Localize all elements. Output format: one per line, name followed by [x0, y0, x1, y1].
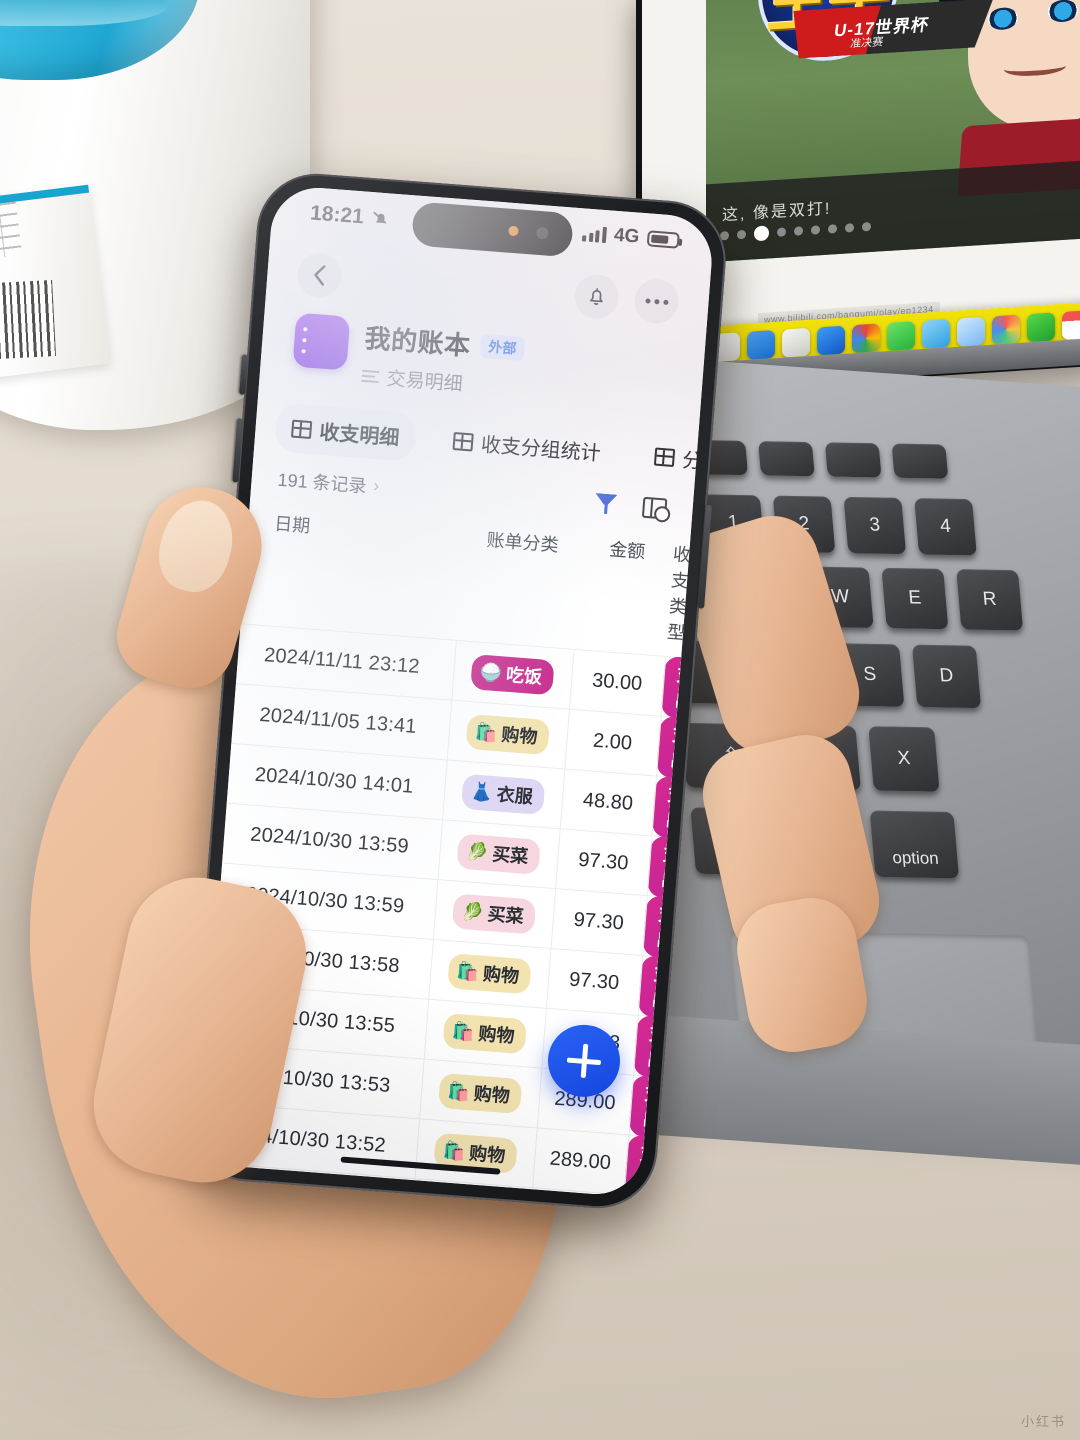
- cell-category: 🛍️购物: [420, 1071, 540, 1115]
- cell-category: 🛍️购物: [429, 952, 549, 996]
- category-chip: 🍚 吃饭: [470, 654, 555, 696]
- column-header-category[interactable]: 账单分类: [457, 524, 583, 637]
- category-label: 衣服: [496, 784, 534, 808]
- ellipsis-icon: [644, 297, 669, 305]
- cell-date: 2024/11/11 23:12: [263, 644, 421, 679]
- front-camera-icon: [535, 226, 549, 240]
- battery-icon: [646, 230, 680, 249]
- status-bar-right: 4G: [582, 222, 680, 251]
- table-icon: [290, 419, 313, 439]
- category-label: 购物: [477, 1023, 516, 1047]
- cell-amount: 2.00: [592, 729, 633, 755]
- external-badge: 外部: [479, 333, 526, 361]
- table-icon: [653, 446, 676, 467]
- subtitle-row[interactable]: 交易明细: [361, 362, 523, 401]
- status-led-icon: [508, 225, 519, 237]
- category-emoji-icon: 🥬: [460, 900, 485, 923]
- cell-amount: 97.30: [577, 848, 630, 875]
- category-emoji-icon: 🛍️: [456, 960, 480, 983]
- page-title: 我的账本: [363, 322, 472, 361]
- status-time: 18:21: [309, 201, 365, 229]
- category-chip: 👗 衣服: [461, 773, 546, 815]
- cell-date: 2024/10/30 14:01: [254, 763, 415, 798]
- category-emoji-icon: 🛍️: [474, 721, 499, 743]
- cell-amount: 97.30: [568, 968, 620, 995]
- tab-label: 收支明细: [318, 421, 401, 450]
- chevron-left-icon: [314, 265, 326, 286]
- cell-category: 🥬 买菜: [438, 832, 558, 876]
- cell-date: 2024/10/30 13:59: [249, 823, 410, 858]
- category-label: 购物: [468, 1143, 506, 1167]
- record-count-button[interactable]: 191 条记录 ›: [277, 466, 380, 500]
- dynamic-island: [411, 201, 574, 258]
- category-chip: 🛍️购物: [442, 1013, 527, 1055]
- more-options-button[interactable]: [632, 277, 681, 325]
- status-bar-left: 18:21: [309, 201, 391, 231]
- cell-amount: 30.00: [591, 669, 643, 696]
- sheet-name: 交易明细: [385, 368, 464, 396]
- chevron-right-icon: ›: [372, 476, 380, 496]
- toolbar-icons: [594, 493, 668, 520]
- cell-category: 🥬 买菜: [434, 892, 554, 936]
- record-count-label: 191 条记录: [276, 469, 368, 497]
- title-row: 我的账本 外部: [364, 318, 526, 367]
- category-label: 买菜: [486, 904, 525, 927]
- category-label: 购物: [500, 724, 539, 748]
- signal-bars-icon: [582, 225, 607, 244]
- cell-category: 🛍️购物: [448, 713, 568, 757]
- category-chip: 🥬 买菜: [452, 893, 536, 935]
- category-emoji-icon: 👗: [469, 780, 494, 803]
- document-title-block: 我的账本 外部 交易明细: [361, 318, 526, 401]
- table-icon: [452, 431, 474, 451]
- cell-category: 👗 衣服: [443, 772, 563, 816]
- fingernail: [149, 492, 243, 600]
- category-chip: 🛍️购物: [465, 713, 550, 756]
- category-chip: 🛍️购物: [438, 1072, 523, 1115]
- tab-label: 收支分组统计: [480, 434, 602, 466]
- list-icon: [292, 312, 351, 371]
- category-label: 买菜: [491, 844, 529, 867]
- category-emoji-icon: 🛍️: [451, 1020, 476, 1042]
- category-label: 购物: [473, 1083, 511, 1107]
- category-emoji-icon: 🛍️: [446, 1079, 471, 1102]
- notifications-button[interactable]: [573, 272, 621, 321]
- cell-category: 🍚 吃饭: [452, 653, 572, 697]
- category-chip: 🥬 买菜: [456, 833, 541, 875]
- column-header-date[interactable]: 日期: [267, 510, 464, 628]
- category-emoji-icon: 🥬: [465, 840, 490, 863]
- bell-icon: [589, 288, 603, 305]
- cell-category: 🛍️购物: [425, 1012, 545, 1056]
- category-label: 吃饭: [505, 664, 543, 688]
- cell-amount: 289.00: [548, 1147, 612, 1175]
- category-emoji-icon: 🛍️: [442, 1139, 467, 1162]
- funnel-icon[interactable]: [594, 493, 617, 515]
- cell-amount: 48.80: [582, 789, 634, 815]
- category-chip: 🛍️购物: [447, 953, 532, 995]
- category-label: 购物: [482, 963, 520, 987]
- watermark: 小红书: [1020, 1414, 1066, 1429]
- bell-slash-icon: [373, 211, 387, 224]
- cell-amount: 97.30: [572, 908, 625, 935]
- network-type: 4G: [613, 224, 641, 248]
- back-button[interactable]: [295, 251, 344, 299]
- nav-actions: [573, 272, 681, 325]
- column-settings-icon[interactable]: [641, 496, 668, 520]
- lines-icon: [361, 369, 380, 383]
- column-header-amount[interactable]: 金额: [575, 533, 675, 644]
- category-emoji-icon: 🍚: [479, 661, 503, 683]
- cell-date: 2024/11/05 13:41: [258, 703, 418, 738]
